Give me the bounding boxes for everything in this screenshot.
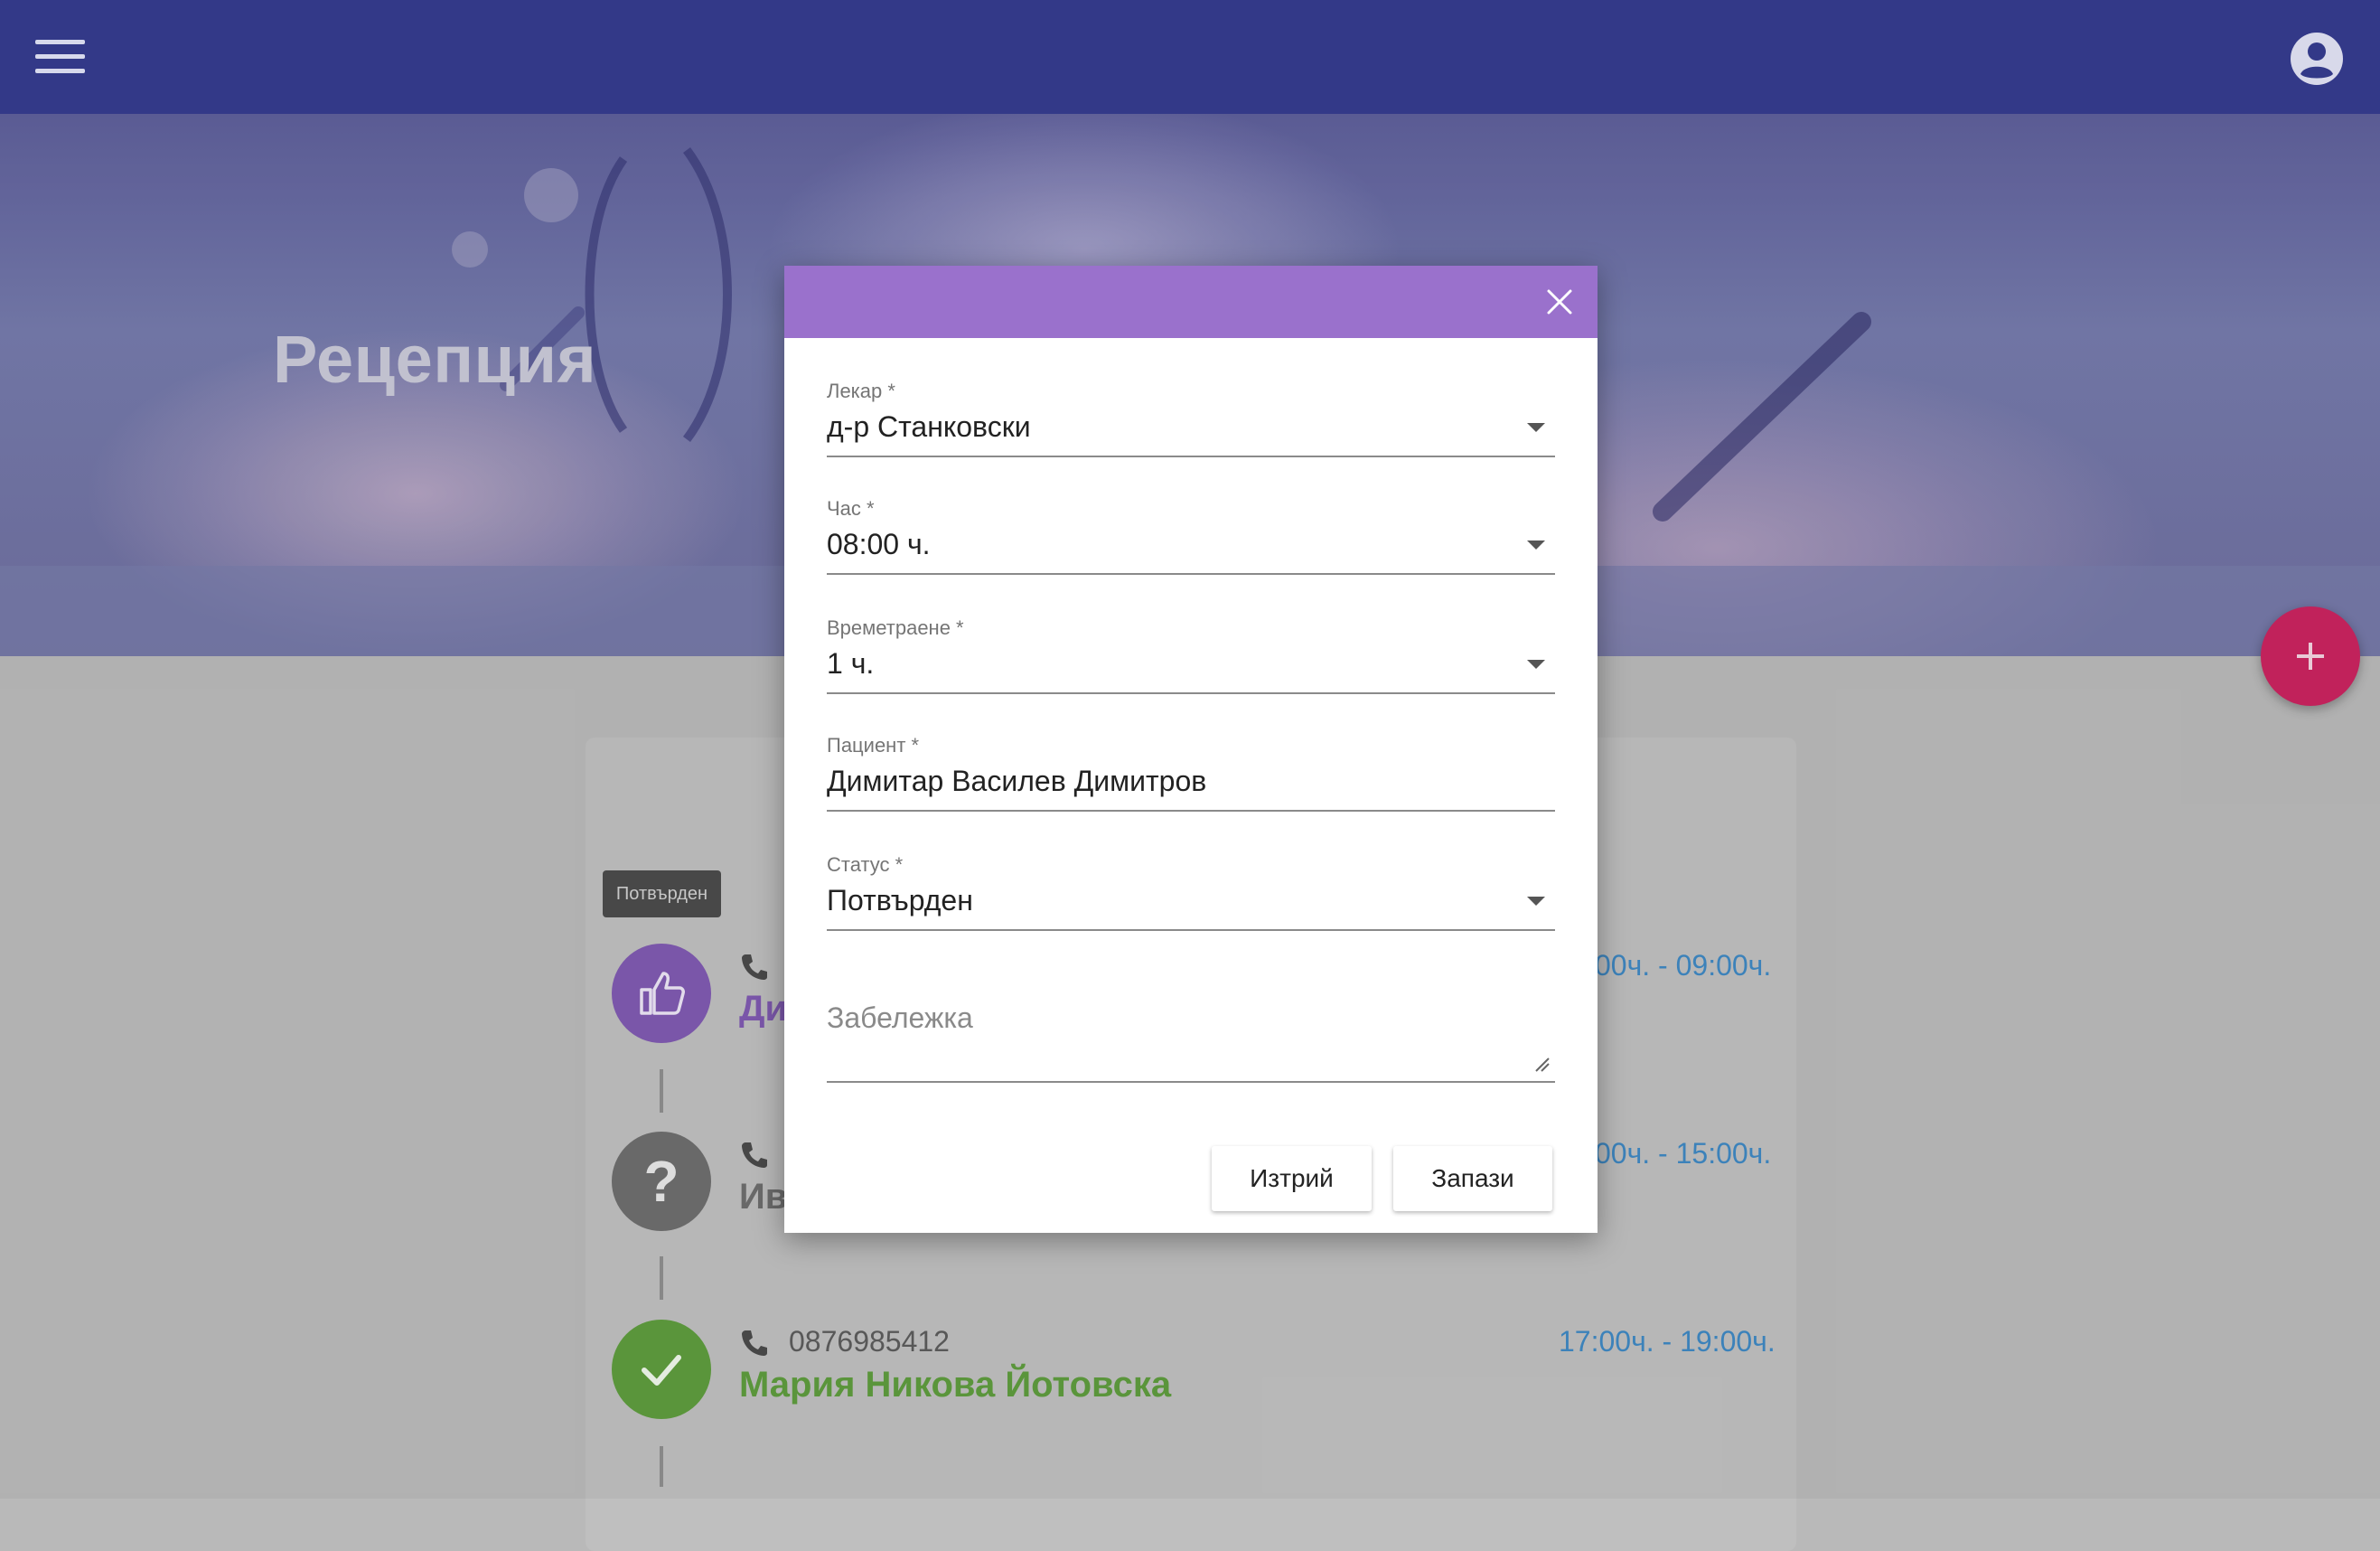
chevron-down-icon [1527,660,1545,669]
doctor-value: д-р Станковски [827,410,1031,443]
hour-value: 08:00 ч. [827,528,931,560]
chevron-down-icon [1527,897,1545,906]
hour-select[interactable]: Час * 08:00 ч. [827,497,1555,578]
note-placeholder: Забележка [827,1001,973,1034]
patient-label: Пациент * [827,734,920,757]
hamburger-menu-icon[interactable] [35,40,85,74]
patient-value: Димитар Василев Димитров [827,765,1207,797]
field-underline [827,929,1555,931]
doctor-label: Лекар * [827,380,895,402]
chevron-down-icon [1527,540,1545,550]
save-button[interactable]: Запази [1393,1146,1552,1211]
close-icon[interactable] [1541,284,1578,320]
duration-select[interactable]: Времетраене * 1 ч. [827,616,1555,698]
field-underline [827,692,1555,694]
doctor-select[interactable]: Лекар * д-р Станковски [827,380,1555,461]
hour-label: Час * [827,497,875,520]
status-label: Статус * [827,853,904,876]
duration-label: Времетраене * [827,616,964,639]
appointment-dialog: Лекар * д-р Станковски Час * 08:00 ч. Вр… [784,266,1598,1233]
field-underline [827,456,1555,457]
status-select[interactable]: Статус * Потвърден [827,853,1555,935]
chevron-down-icon [1527,423,1545,432]
field-underline [827,573,1555,575]
app-bar [0,0,2380,114]
patient-field[interactable]: Пациент * Димитар Василев Димитров [827,734,1555,815]
field-underline [827,810,1555,812]
resize-handle-icon[interactable] [1533,1056,1550,1072]
account-circle-icon[interactable] [2290,32,2344,86]
field-underline [827,1081,1555,1083]
note-textarea[interactable]: Забележка [827,998,1555,1085]
delete-button[interactable]: Изтрий [1212,1146,1372,1211]
status-value: Потвърден [827,884,973,916]
duration-value: 1 ч. [827,647,875,680]
dialog-header [784,266,1598,338]
